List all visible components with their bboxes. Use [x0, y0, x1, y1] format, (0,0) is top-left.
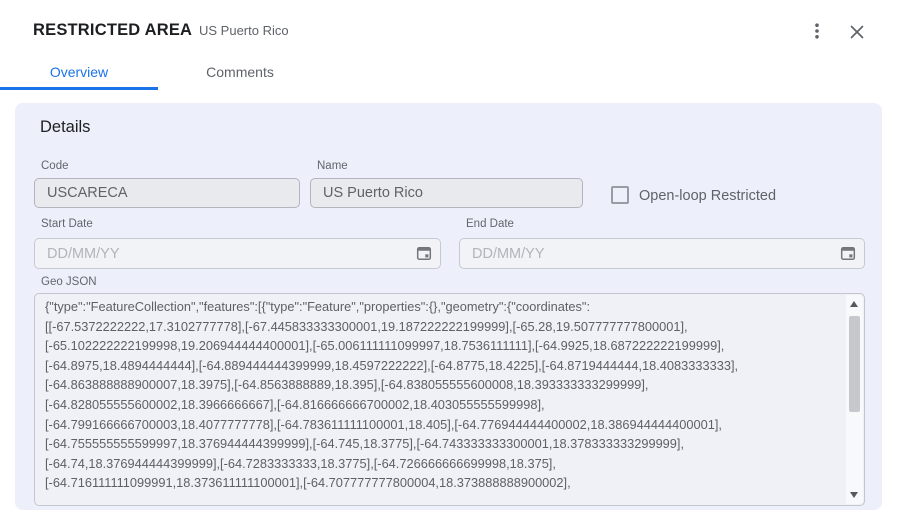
open-loop-restricted-checkbox[interactable]: [611, 186, 629, 204]
calendar-icon[interactable]: [840, 245, 856, 261]
geo-json-textarea[interactable]: {"type":"FeatureCollection","features":[…: [34, 293, 865, 506]
tab-overview[interactable]: Overview: [0, 56, 158, 88]
close-button[interactable]: [845, 20, 869, 44]
details-card: Details Code Name Open-loop Restricted S…: [15, 103, 882, 510]
section-title: Details: [40, 118, 90, 137]
open-loop-restricted-label: Open-loop Restricted: [639, 188, 776, 204]
scrollbar-thumb[interactable]: [849, 316, 860, 412]
scrollbar-down-arrow-icon[interactable]: [850, 492, 858, 498]
kebab-menu-button[interactable]: [806, 20, 828, 42]
code-field[interactable]: [34, 178, 300, 208]
name-field[interactable]: [310, 178, 583, 208]
geo-json-content: {"type":"FeatureCollection","features":[…: [45, 297, 845, 503]
end-date-label: End Date: [466, 218, 514, 230]
scrollbar[interactable]: [846, 295, 863, 504]
end-date-field[interactable]: [459, 238, 865, 269]
kebab-menu-icon: [809, 22, 825, 40]
code-label: Code: [41, 160, 69, 172]
name-label: Name: [317, 160, 348, 172]
active-tab-indicator: [0, 87, 158, 90]
scrollbar-up-arrow-icon[interactable]: [850, 301, 858, 307]
tab-comments[interactable]: Comments: [158, 56, 322, 88]
start-date-label: Start Date: [41, 218, 93, 230]
calendar-icon[interactable]: [416, 245, 432, 261]
close-icon: [849, 24, 865, 40]
page-title: RESTRICTED AREA: [33, 21, 192, 40]
page-subtitle: US Puerto Rico: [199, 23, 289, 38]
start-date-field[interactable]: [34, 238, 441, 269]
geo-json-label: Geo JSON: [41, 276, 97, 288]
start-date-wrapper: [34, 238, 441, 269]
end-date-wrapper: [459, 238, 865, 269]
